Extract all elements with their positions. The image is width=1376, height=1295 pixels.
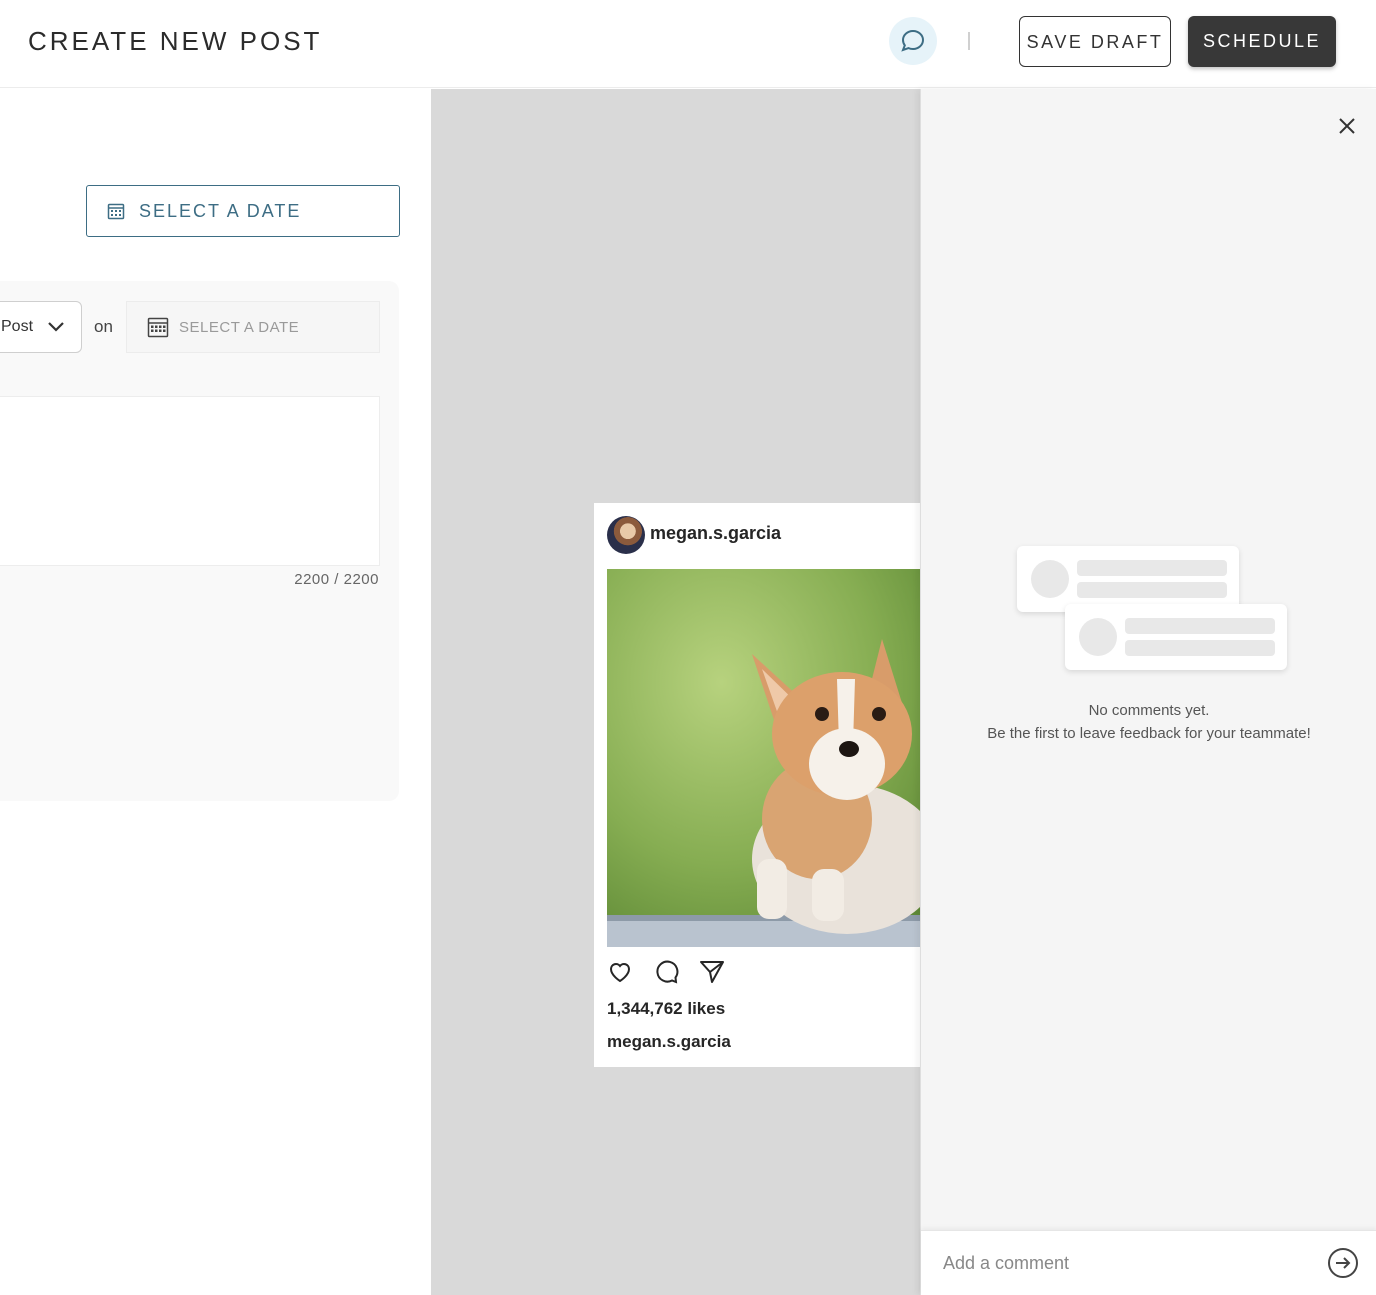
arrow-right-circle-icon <box>1328 1248 1358 1278</box>
post-username: megan.s.garcia <box>650 523 782 543</box>
close-icon <box>1339 118 1355 134</box>
empty-state-title: No comments yet. <box>1088 702 1210 719</box>
select-date-button[interactable]: SELECT A DATE <box>86 185 400 237</box>
like-button[interactable] <box>607 959 633 985</box>
comment-button[interactable] <box>653 959 679 985</box>
schedule-button[interactable]: SCHEDULE <box>1188 16 1336 67</box>
empty-comments-illustration <box>1017 544 1291 674</box>
caption-textarea[interactable] <box>0 396 380 566</box>
calendar-icon <box>147 317 169 338</box>
corgi-puppy-image <box>607 569 920 947</box>
placeholder-bubble <box>1017 546 1239 612</box>
character-count: 2200 / 2200 <box>294 571 379 588</box>
comment-composer <box>921 1230 1376 1295</box>
comment-bubble-icon <box>656 960 679 984</box>
comments-panel: No comments yet. Be the first to leave f… <box>920 89 1376 1295</box>
header-divider <box>968 32 970 50</box>
caption-username: megan.s.garcia <box>607 1032 731 1051</box>
send-plane-icon <box>700 961 724 983</box>
top-bar: CREATE NEW POST SAVE DRAFT SCHEDULE <box>0 0 1376 88</box>
post-type-value: Post <box>1 318 34 335</box>
comments-toggle-button[interactable] <box>889 17 937 65</box>
placeholder-bubble <box>1065 604 1287 670</box>
calendar-icon <box>107 203 125 220</box>
save-draft-button[interactable]: SAVE DRAFT <box>1019 16 1171 67</box>
instagram-post-preview: megan.s.garcia 1,344,762 likes megan.s.g… <box>594 503 920 1067</box>
comment-input[interactable] <box>943 1248 1313 1278</box>
close-comments-button[interactable] <box>1334 113 1360 139</box>
post-preview-area: megan.s.garcia 1,344,762 likes megan.s.g… <box>431 89 920 1295</box>
send-comment-button[interactable] <box>1327 1247 1359 1279</box>
chevron-down-icon <box>48 322 64 332</box>
share-button[interactable] <box>699 959 725 985</box>
post-image <box>607 569 920 947</box>
avatar <box>607 516 645 554</box>
post-type-select[interactable]: Post <box>0 301 82 353</box>
post-date-field[interactable]: SELECT A DATE <box>126 301 380 353</box>
date-field-placeholder: SELECT A DATE <box>179 318 300 336</box>
likes-count: 1,344,762 likes <box>607 999 726 1018</box>
select-date-label: SELECT A DATE <box>139 200 302 221</box>
post-action-bar <box>607 959 725 985</box>
on-label: on <box>94 317 113 336</box>
page-title: CREATE NEW POST <box>28 26 323 56</box>
empty-state-subtitle: Be the first to leave feedback for your … <box>987 725 1311 742</box>
heart-icon <box>609 963 631 983</box>
first-comment-section: Post on SELECT A DATE 2200 / 2200 <box>0 281 399 801</box>
post-settings-panel: SELECT A DATE Post on SELECT A DATE 2200… <box>0 89 431 1295</box>
chat-bubble-icon <box>901 29 925 52</box>
